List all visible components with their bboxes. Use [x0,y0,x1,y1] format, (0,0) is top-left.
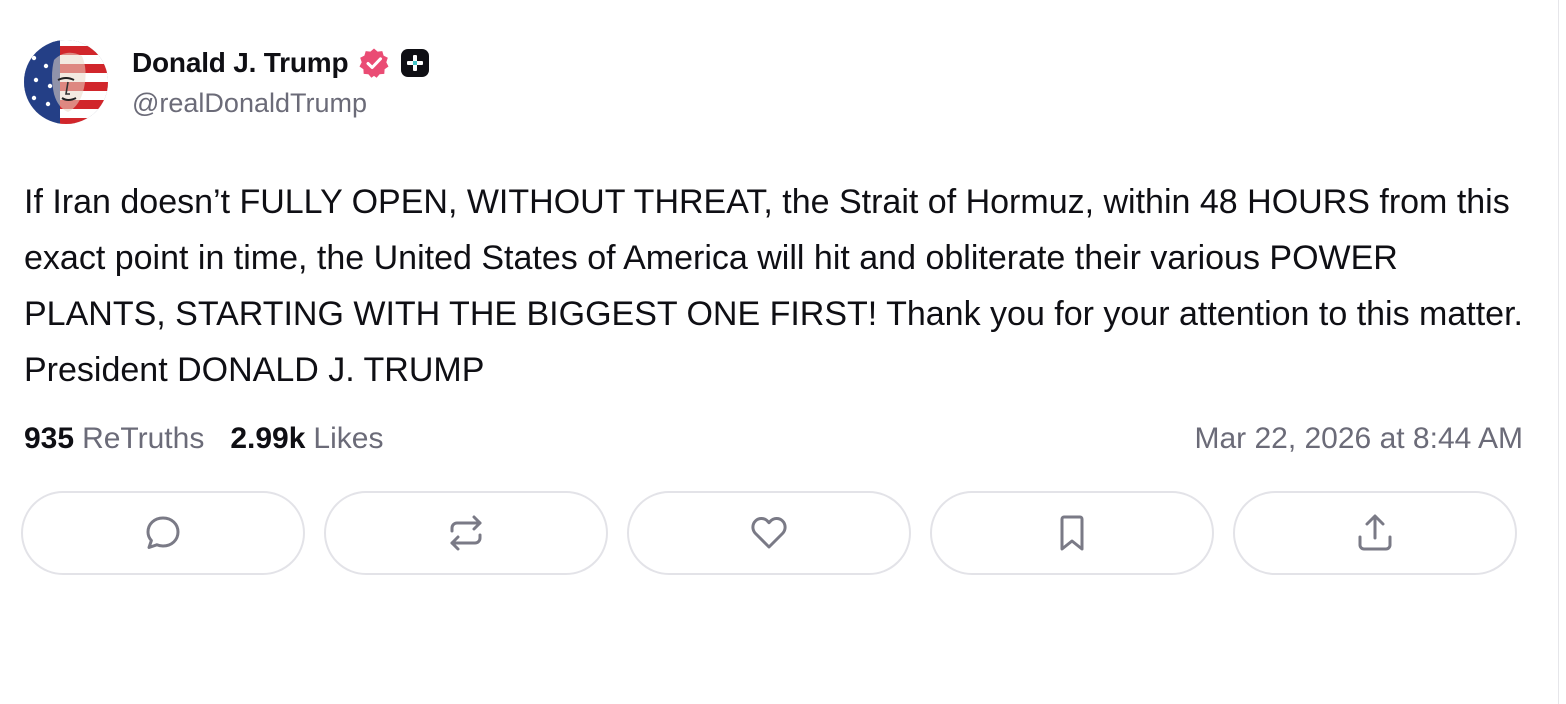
share-button[interactable] [1233,491,1517,575]
author-handle[interactable]: @realDonaldTrump [132,88,430,119]
likes-count[interactable]: 2.99k [230,422,305,456]
bookmark-icon [1060,515,1084,551]
post-header: Donald J. Trump @realDonaldTrump [24,40,430,124]
action-bar [21,491,1517,575]
share-icon [1358,514,1392,551]
post-timestamp[interactable]: Mar 22, 2026 at 8:44 AM [1194,422,1523,456]
avatar[interactable] [24,40,108,124]
verified-badge-icon [359,48,389,78]
post-stats: 935 ReTruths 2.99k Likes Mar 22, 2026 at… [24,418,1523,460]
retruth-button[interactable] [324,491,608,575]
heart-icon [751,517,787,549]
repost-icon [450,515,482,551]
author-display-name[interactable]: Donald J. Trump [132,47,349,79]
like-button[interactable] [627,491,911,575]
avatar-image [24,40,108,124]
author-identity: Donald J. Trump @realDonaldTrump [132,46,430,119]
name-row: Donald J. Trump [132,46,430,80]
plus-badge-icon [401,48,430,77]
retruths-label[interactable]: ReTruths [82,422,204,456]
right-border [1558,0,1559,704]
comment-icon [146,516,180,549]
retruths-count[interactable]: 935 [24,422,74,456]
bookmark-button[interactable] [930,491,1214,575]
reply-button[interactable] [21,491,305,575]
likes-label[interactable]: Likes [313,422,383,456]
post-body: If Iran doesn’t FULLY OPEN, WITHOUT THRE… [24,183,1523,389]
